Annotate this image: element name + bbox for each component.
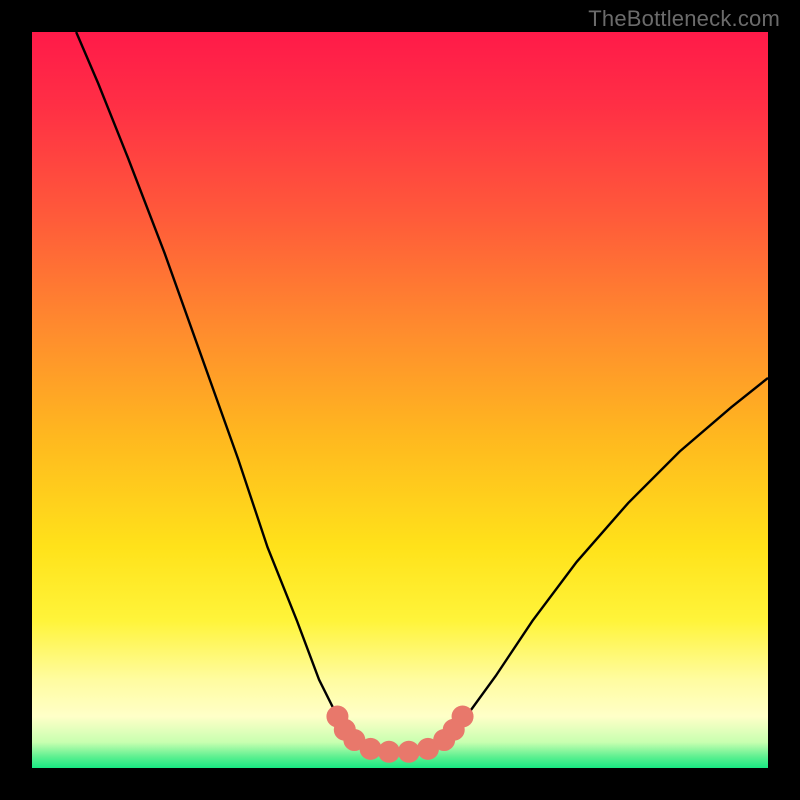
highlight-dot [360, 738, 382, 760]
chart-frame: TheBottleneck.com [0, 0, 800, 800]
highlight-dot [398, 741, 420, 763]
watermark-text: TheBottleneck.com [588, 6, 780, 32]
highlight-dot [452, 705, 474, 727]
bottleneck-chart [32, 32, 768, 768]
plot-area [32, 32, 768, 768]
gradient-background [32, 32, 768, 768]
highlight-dot [378, 741, 400, 763]
